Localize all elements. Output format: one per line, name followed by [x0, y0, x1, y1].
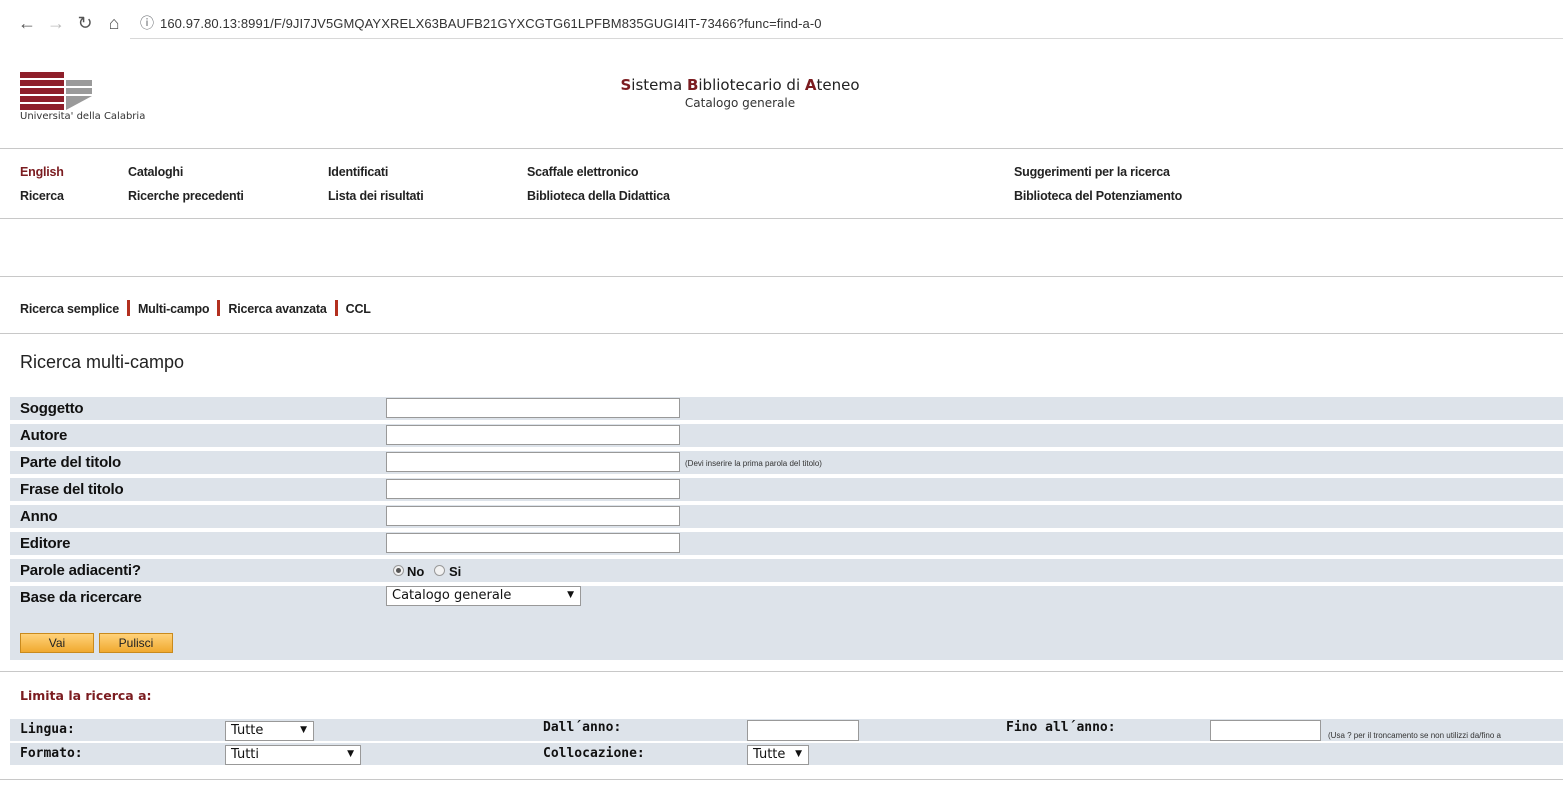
url-text[interactable]: 160.97.80.13:8991/F/9JI7JV5GMQAYXRELX63B…: [160, 16, 822, 31]
forward-arrow-icon[interactable]: →: [47, 14, 65, 32]
formato-select-value: Tutti: [231, 747, 260, 762]
frase-titolo-label: Frase del titolo: [20, 481, 124, 498]
anno-input[interactable]: [386, 506, 680, 526]
form-row: [10, 424, 1563, 447]
chevron-down-icon: ▼: [567, 590, 574, 600]
form-row: [10, 586, 1563, 660]
vai-button[interactable]: Vai: [20, 633, 94, 653]
tab-ricerca-avanzata[interactable]: Ricerca avanzata: [228, 302, 326, 316]
menu-biblioteca-potenziamento[interactable]: Biblioteca del Potenziamento: [1014, 189, 1182, 203]
limit-section-title: Limita la ricerca a:: [20, 688, 152, 703]
base-label: Base da ricercare: [20, 589, 142, 606]
formato-label: Formato:: [20, 746, 83, 761]
tab-separator: [334, 300, 338, 316]
site-subtitle: Catalogo generale: [684, 96, 796, 110]
search-type-tabs: Ricerca semplice Multi-campo Ricerca avanz…: [20, 300, 371, 316]
menu-ricerche-precedenti[interactable]: Ricerche precedenti: [128, 189, 244, 203]
radio-si-label: Si: [449, 564, 462, 579]
lingua-select[interactable]: Tutte ▼: [225, 721, 314, 741]
reload-icon[interactable]: ↻: [76, 14, 94, 32]
university-name: Universita' della Calabria: [20, 111, 146, 122]
chevron-down-icon: ▼: [347, 749, 354, 759]
menu-ricerca[interactable]: Ricerca: [20, 189, 64, 203]
autore-input[interactable]: [386, 425, 680, 445]
divider: [0, 779, 1563, 780]
radio-no-label: No: [407, 564, 425, 579]
form-row: [10, 559, 1563, 582]
anno-label: Anno: [20, 508, 58, 525]
menu-suggerimenti[interactable]: Suggerimenti per la ricerca: [1014, 165, 1170, 179]
info-icon[interactable]: ⓘ: [140, 13, 154, 33]
collocazione-select-value: Tutte: [753, 747, 786, 762]
tab-ricerca-semplice[interactable]: Ricerca semplice: [20, 302, 119, 316]
divider: [0, 276, 1563, 277]
tab-multi-campo[interactable]: Multi-campo: [138, 302, 210, 316]
truncation-hint: (Usa ? per il troncamento se non utilizz…: [1328, 731, 1501, 740]
form-row: [10, 397, 1563, 420]
formato-select[interactable]: Tutti ▼: [225, 745, 361, 765]
chevron-down-icon: ▼: [300, 725, 307, 735]
form-row: [10, 505, 1563, 528]
menu-scaffale-elettronico[interactable]: Scaffale elettronico: [527, 165, 639, 179]
site-title: Sistema Bibliotecario di Ateneo: [620, 76, 860, 94]
divider: [0, 218, 1563, 219]
frase-titolo-input[interactable]: [386, 479, 680, 499]
menu-lista-risultati[interactable]: Lista dei risultati: [328, 189, 424, 203]
back-arrow-icon[interactable]: ←: [18, 14, 36, 32]
menu-cataloghi[interactable]: Cataloghi: [128, 165, 183, 179]
fino-anno-label: Fino all´anno:: [1006, 720, 1116, 735]
pulisci-button[interactable]: Pulisci: [99, 633, 173, 653]
radio-si[interactable]: [434, 565, 445, 576]
form-row: [10, 532, 1563, 555]
base-select-value: Catalogo generale: [392, 588, 512, 603]
divider: [0, 148, 1563, 149]
collocazione-label: Collocazione:: [543, 746, 645, 761]
tab-separator: [126, 300, 130, 316]
soggetto-label: Soggetto: [20, 400, 84, 417]
menu-biblioteca-didattica[interactable]: Biblioteca della Didattica: [527, 189, 670, 203]
parte-titolo-label: Parte del titolo: [20, 454, 121, 471]
collocazione-select[interactable]: Tutte ▼: [747, 745, 809, 765]
page-title: Ricerca multi-campo: [20, 352, 185, 372]
lingua-label: Lingua:: [20, 722, 75, 737]
radio-no[interactable]: [393, 565, 404, 576]
menu-identificati[interactable]: Identificati: [328, 165, 388, 179]
base-select[interactable]: Catalogo generale ▼: [386, 586, 581, 606]
home-icon[interactable]: ⌂: [105, 14, 123, 32]
editore-input[interactable]: [386, 533, 680, 553]
dall-anno-label: Dall´anno:: [543, 720, 622, 735]
divider: [0, 333, 1563, 334]
soggetto-input[interactable]: [386, 398, 680, 418]
editore-label: Editore: [20, 535, 71, 552]
menu-english[interactable]: English: [20, 165, 64, 179]
browser-toolbar: ← → ↻ ⌂ ⓘ 160.97.80.13:8991/F/9JI7JV5GMQ…: [0, 0, 1563, 50]
autore-label: Autore: [20, 427, 68, 444]
dall-anno-input[interactable]: [747, 720, 859, 741]
fino-anno-input[interactable]: [1210, 720, 1321, 741]
parte-titolo-input[interactable]: [386, 452, 680, 472]
form-row: [10, 478, 1563, 501]
divider: [0, 671, 1563, 672]
parole-adiacenti-label: Parole adiacenti?: [20, 562, 141, 579]
chevron-down-icon: ▼: [795, 749, 802, 759]
lingua-select-value: Tutte: [231, 723, 264, 738]
tab-ccl[interactable]: CCL: [346, 302, 371, 316]
parte-titolo-hint: (Devi inserire la prima parola del titol…: [685, 459, 822, 468]
tab-separator: [217, 300, 221, 316]
